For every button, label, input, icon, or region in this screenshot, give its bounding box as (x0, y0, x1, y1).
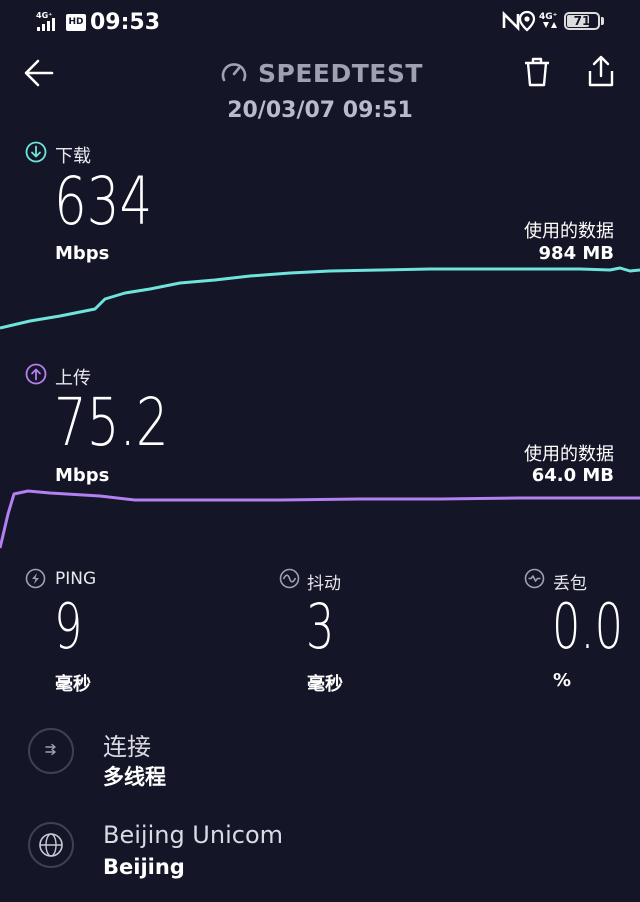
trash-icon[interactable] (522, 56, 552, 88)
connection-value: 多线程 (103, 765, 166, 789)
svg-text:4G⁺: 4G⁺ (539, 12, 558, 22)
jitter-icon (279, 568, 300, 589)
download-data-used-label: 使用的数据 (524, 221, 614, 242)
download-data-used: 984 MB (538, 243, 614, 264)
upload-data-used: 64.0 MB (531, 465, 614, 486)
multi-connection-icon (45, 743, 56, 756)
app-title: SPEEDTEST (220, 58, 423, 88)
download-graph (0, 266, 640, 330)
jitter-value: 3 (306, 590, 335, 663)
speedometer-icon (221, 63, 247, 82)
status-time: 09:53 (90, 10, 161, 35)
server-icon-ring (28, 822, 74, 868)
download-speed: 634 (54, 163, 153, 240)
connections-icon-ring (28, 728, 74, 774)
upload-graph (0, 489, 640, 549)
connection-title: 连接 (103, 733, 151, 761)
share-icon[interactable] (586, 54, 616, 88)
upload-speed: 75.2 (54, 384, 169, 461)
download-icon (25, 141, 47, 163)
battery-tip (601, 17, 604, 25)
back-arrow-icon[interactable] (22, 56, 56, 90)
ping-label: PING (55, 569, 97, 589)
battery-level: 71 (573, 14, 591, 28)
battery-indicator: 71 (564, 12, 600, 30)
svg-text:4G⁺: 4G⁺ (36, 11, 52, 20)
title-text: SPEEDTEST (258, 58, 423, 88)
mobile-data-icon: 4G⁺ (539, 12, 558, 28)
download-unit: Mbps (55, 243, 110, 264)
ping-icon (25, 568, 46, 589)
packet-loss-icon (524, 568, 545, 589)
location-icon (518, 10, 536, 32)
packet-loss-value: 0.0 (552, 590, 623, 663)
upload-data-used-label: 使用的数据 (524, 444, 614, 465)
provider-location: Beijing (103, 855, 185, 879)
upload-unit: Mbps (55, 465, 110, 486)
packet-loss-unit: % (553, 670, 572, 691)
ping-unit: 毫秒 (55, 674, 91, 695)
signal-icon: 4G⁺ (36, 11, 55, 31)
globe-icon (39, 833, 63, 857)
upload-icon (25, 363, 47, 385)
provider-name[interactable]: Beijing Unicom (103, 821, 283, 849)
ping-value: 9 (54, 590, 83, 663)
jitter-unit: 毫秒 (307, 674, 343, 695)
test-datetime: 20/03/07 09:51 (227, 98, 413, 123)
hd-icon: HD (66, 14, 86, 31)
